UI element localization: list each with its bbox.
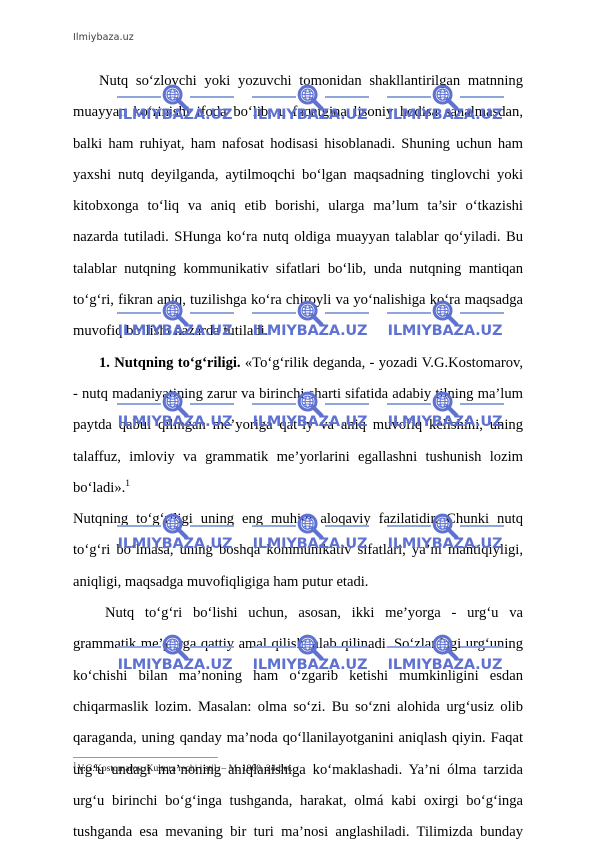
paragraph-3-text: Nutqning to‘g‘riligi uning eng muhim alo…: [73, 511, 523, 590]
footnote-reference-1[interactable]: 1: [125, 479, 130, 489]
paragraph-2-text: «To‘g‘rilik deganda, - yozadi V.G.Kostom…: [73, 354, 523, 496]
paragraph-2-bold-lead: 1. Nutqning to‘g‘riligi.: [99, 354, 241, 371]
footnote-separator-rule: [73, 757, 218, 758]
paragraph-1: Nutq so‘zlovchi yoki yozuvchi tomonidan …: [73, 66, 523, 348]
paragraph-1-text: Nutq so‘zlovchi yoki yozuvchi tomonidan …: [73, 73, 523, 340]
footnote-1: 1V.G.Kostomarov. Kultura rechi i stil. –…: [73, 760, 523, 775]
document-page: Ilmiybaza.uz Nutq so‘zlovchi yoki yozuvc…: [0, 0, 596, 842]
paragraph-4-text: Nutq to‘g‘ri bo‘lishi uchun, asosan, ikk…: [73, 605, 523, 841]
paragraph-2: 1. Nutqning to‘g‘riligi. «To‘g‘rilik deg…: [73, 348, 523, 504]
page-header-site-label: Ilmiybaza.uz: [73, 32, 134, 43]
paragraph-3: Nutqning to‘g‘riligi uning eng muhim alo…: [73, 504, 523, 598]
footnote-area: 1V.G.Kostomarov. Kultura rechi i stil. –…: [73, 757, 523, 775]
document-body: Nutq so‘zlovchi yoki yozuvchi tomonidan …: [73, 66, 523, 842]
footnote-1-text: V.G.Kostomarov. Kultura rechi i stil. – …: [77, 763, 293, 774]
footnote-1-marker: 1: [73, 760, 77, 769]
paragraph-4: Nutq to‘g‘ri bo‘lishi uchun, asosan, ikk…: [73, 598, 523, 842]
